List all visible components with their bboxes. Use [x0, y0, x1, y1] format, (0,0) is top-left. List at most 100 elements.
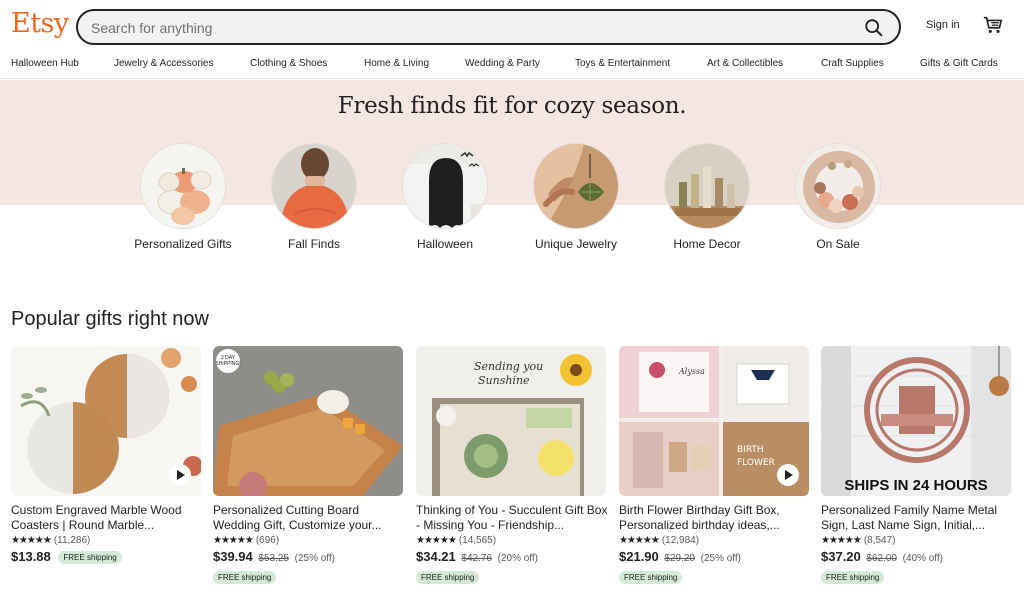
product-card[interactable]: Sending you Sunshine Thinking of You - S…	[416, 346, 607, 584]
sign-in-link[interactable]: Sign in	[926, 19, 960, 31]
nav-item-halloween-hub[interactable]: Halloween Hub	[11, 58, 79, 69]
original-price: $42.76	[461, 553, 492, 564]
product-image[interactable]: Alyssa BIRTH FLOWER	[619, 346, 809, 496]
free-shipping-row: FREE shipping	[619, 567, 683, 585]
review-count: (11,286)	[53, 535, 91, 546]
image-text: Sending you	[474, 360, 543, 373]
category-nav: Halloween Hub Jewelry & Accessories Clot…	[0, 54, 1024, 79]
category-label: Personalized Gifts	[134, 237, 232, 251]
etsy-logo[interactable]: Etsy	[11, 8, 69, 39]
product-card[interactable]: SHIPS IN 24 HOURS Personalized Family Na…	[821, 346, 1011, 584]
category-label: Halloween	[416, 237, 474, 251]
nav-item-gifts-gift-cards[interactable]: Gifts & Gift Cards	[920, 58, 998, 69]
product-rating: ★★★★★ (11,286)	[11, 535, 90, 546]
ships-24-hours-label: SHIPS IN 24 HOURS	[844, 477, 988, 494]
personalized-gifts-image	[140, 143, 226, 229]
star-rating-icon: ★★★★★	[213, 535, 254, 546]
original-price: $53.25	[258, 553, 289, 564]
svg-text:SHIPPING!: SHIPPING!	[215, 361, 240, 367]
price-row: $39.94 $53.25 (25% off)	[213, 549, 335, 564]
review-count: (12,984)	[661, 535, 700, 546]
discount-percent: (40% off)	[902, 553, 943, 564]
nav-item-home-living[interactable]: Home & Living	[364, 58, 429, 69]
product-title[interactable]: Personalized Family Name Metal Sign, Las…	[821, 503, 1017, 533]
free-shipping-badge: FREE shipping	[213, 571, 277, 584]
category-on-sale[interactable]: On Sale	[795, 143, 881, 251]
product-rating: ★★★★★ (12,984)	[619, 535, 699, 546]
unique-jewelry-image	[533, 143, 619, 229]
category-home-decor[interactable]: Home Decor	[664, 143, 750, 251]
free-shipping-badge: FREE shipping	[58, 551, 122, 564]
hero-title: Fresh finds fit for cozy season.	[337, 93, 687, 119]
nav-item-art-collectibles[interactable]: Art & Collectibles	[707, 58, 783, 69]
free-shipping-badge: FREE shipping	[416, 571, 480, 584]
play-video-icon[interactable]	[777, 464, 799, 486]
review-count: (14,565)	[458, 535, 497, 546]
fall-finds-image	[271, 143, 357, 229]
review-count: (8,547)	[863, 535, 896, 546]
nav-item-craft-supplies[interactable]: Craft Supplies	[821, 58, 884, 69]
on-sale-image	[795, 143, 881, 229]
nav-item-wedding-party[interactable]: Wedding & Party	[465, 58, 540, 69]
product-card[interactable]: Custom Engraved Marble Wood Coasters | R…	[11, 346, 201, 564]
svg-text:Sunshine: Sunshine	[478, 374, 530, 387]
category-label: Home Decor	[673, 237, 741, 251]
product-image[interactable]: SHIPS IN 24 HOURS	[821, 346, 1011, 496]
product-rating: ★★★★★ (8,547)	[821, 535, 896, 546]
product-price: $37.20	[821, 549, 861, 564]
product-image[interactable]: 2 DAY SHIPPING!	[213, 346, 403, 496]
free-shipping-row: FREE shipping	[416, 567, 480, 585]
category-label: Fall Finds	[287, 237, 340, 251]
cart-icon[interactable]	[982, 14, 1004, 36]
play-video-icon[interactable]	[169, 464, 191, 486]
product-title[interactable]: Personalized Cutting Board Wedding Gift,…	[213, 503, 409, 533]
product-price: $21.90	[619, 549, 659, 564]
product-image[interactable]: Sending you Sunshine	[416, 346, 606, 496]
nav-item-toys-entertainment[interactable]: Toys & Entertainment	[575, 58, 670, 69]
section-title: Popular gifts right now	[11, 308, 209, 330]
star-rating-icon: ★★★★★	[821, 535, 862, 546]
search-bar[interactable]	[76, 9, 901, 45]
star-rating-icon: ★★★★★	[11, 535, 52, 546]
category-label: Unique Jewelry	[534, 237, 618, 251]
price-row: $37.20 $62.00 (40% off)	[821, 549, 943, 564]
search-input[interactable]	[91, 18, 841, 38]
category-halloween[interactable]: Halloween	[402, 143, 488, 251]
nav-item-clothing-shoes[interactable]: Clothing & Shoes	[250, 58, 327, 69]
product-title[interactable]: Thinking of You - Succulent Gift Box - M…	[416, 503, 612, 533]
search-icon[interactable]	[863, 17, 885, 39]
svg-text:FLOWER: FLOWER	[737, 458, 775, 468]
product-price: $34.21	[416, 549, 456, 564]
product-image[interactable]	[11, 346, 201, 496]
discount-percent: (20% off)	[497, 553, 538, 564]
discount-percent: (25% off)	[700, 553, 741, 564]
free-shipping-badge: FREE shipping	[821, 571, 885, 584]
original-price: $29.20	[664, 553, 695, 564]
svg-text:Alyssa: Alyssa	[678, 367, 705, 376]
product-rating: ★★★★★ (696)	[213, 535, 279, 546]
nav-item-jewelry-accessories[interactable]: Jewelry & Accessories	[114, 58, 213, 69]
price-row: $13.88 FREE shipping	[11, 549, 122, 564]
product-title[interactable]: Custom Engraved Marble Wood Coasters | R…	[11, 503, 207, 533]
free-shipping-row: FREE shipping	[213, 567, 277, 585]
category-fall-finds[interactable]: Fall Finds	[271, 143, 357, 251]
home-decor-image	[664, 143, 750, 229]
category-personalized-gifts[interactable]: Personalized Gifts	[134, 143, 232, 251]
category-label: On Sale	[816, 237, 860, 251]
price-row: $34.21 $42.76 (20% off)	[416, 549, 538, 564]
header: Etsy Sign in	[0, 0, 1024, 54]
price-row: $21.90 $29.20 (25% off)	[619, 549, 741, 564]
original-price: $62.00	[866, 553, 897, 564]
image-text: BIRTH	[737, 445, 764, 455]
star-rating-icon: ★★★★★	[619, 535, 660, 546]
review-count: (696)	[255, 535, 280, 546]
free-shipping-row: FREE shipping	[821, 567, 885, 585]
product-card[interactable]: Alyssa BIRTH FLOWER Birth Flower Birthda…	[619, 346, 809, 584]
star-rating-icon: ★★★★★	[416, 535, 457, 546]
category-unique-jewelry[interactable]: Unique Jewelry	[533, 143, 619, 251]
product-card[interactable]: 2 DAY SHIPPING! Personalized Cutting Boa…	[213, 346, 403, 584]
discount-percent: (25% off)	[294, 553, 335, 564]
product-title[interactable]: Birth Flower Birthday Gift Box, Personal…	[619, 503, 815, 533]
product-rating: ★★★★★ (14,565)	[416, 535, 496, 546]
halloween-image	[402, 143, 488, 229]
